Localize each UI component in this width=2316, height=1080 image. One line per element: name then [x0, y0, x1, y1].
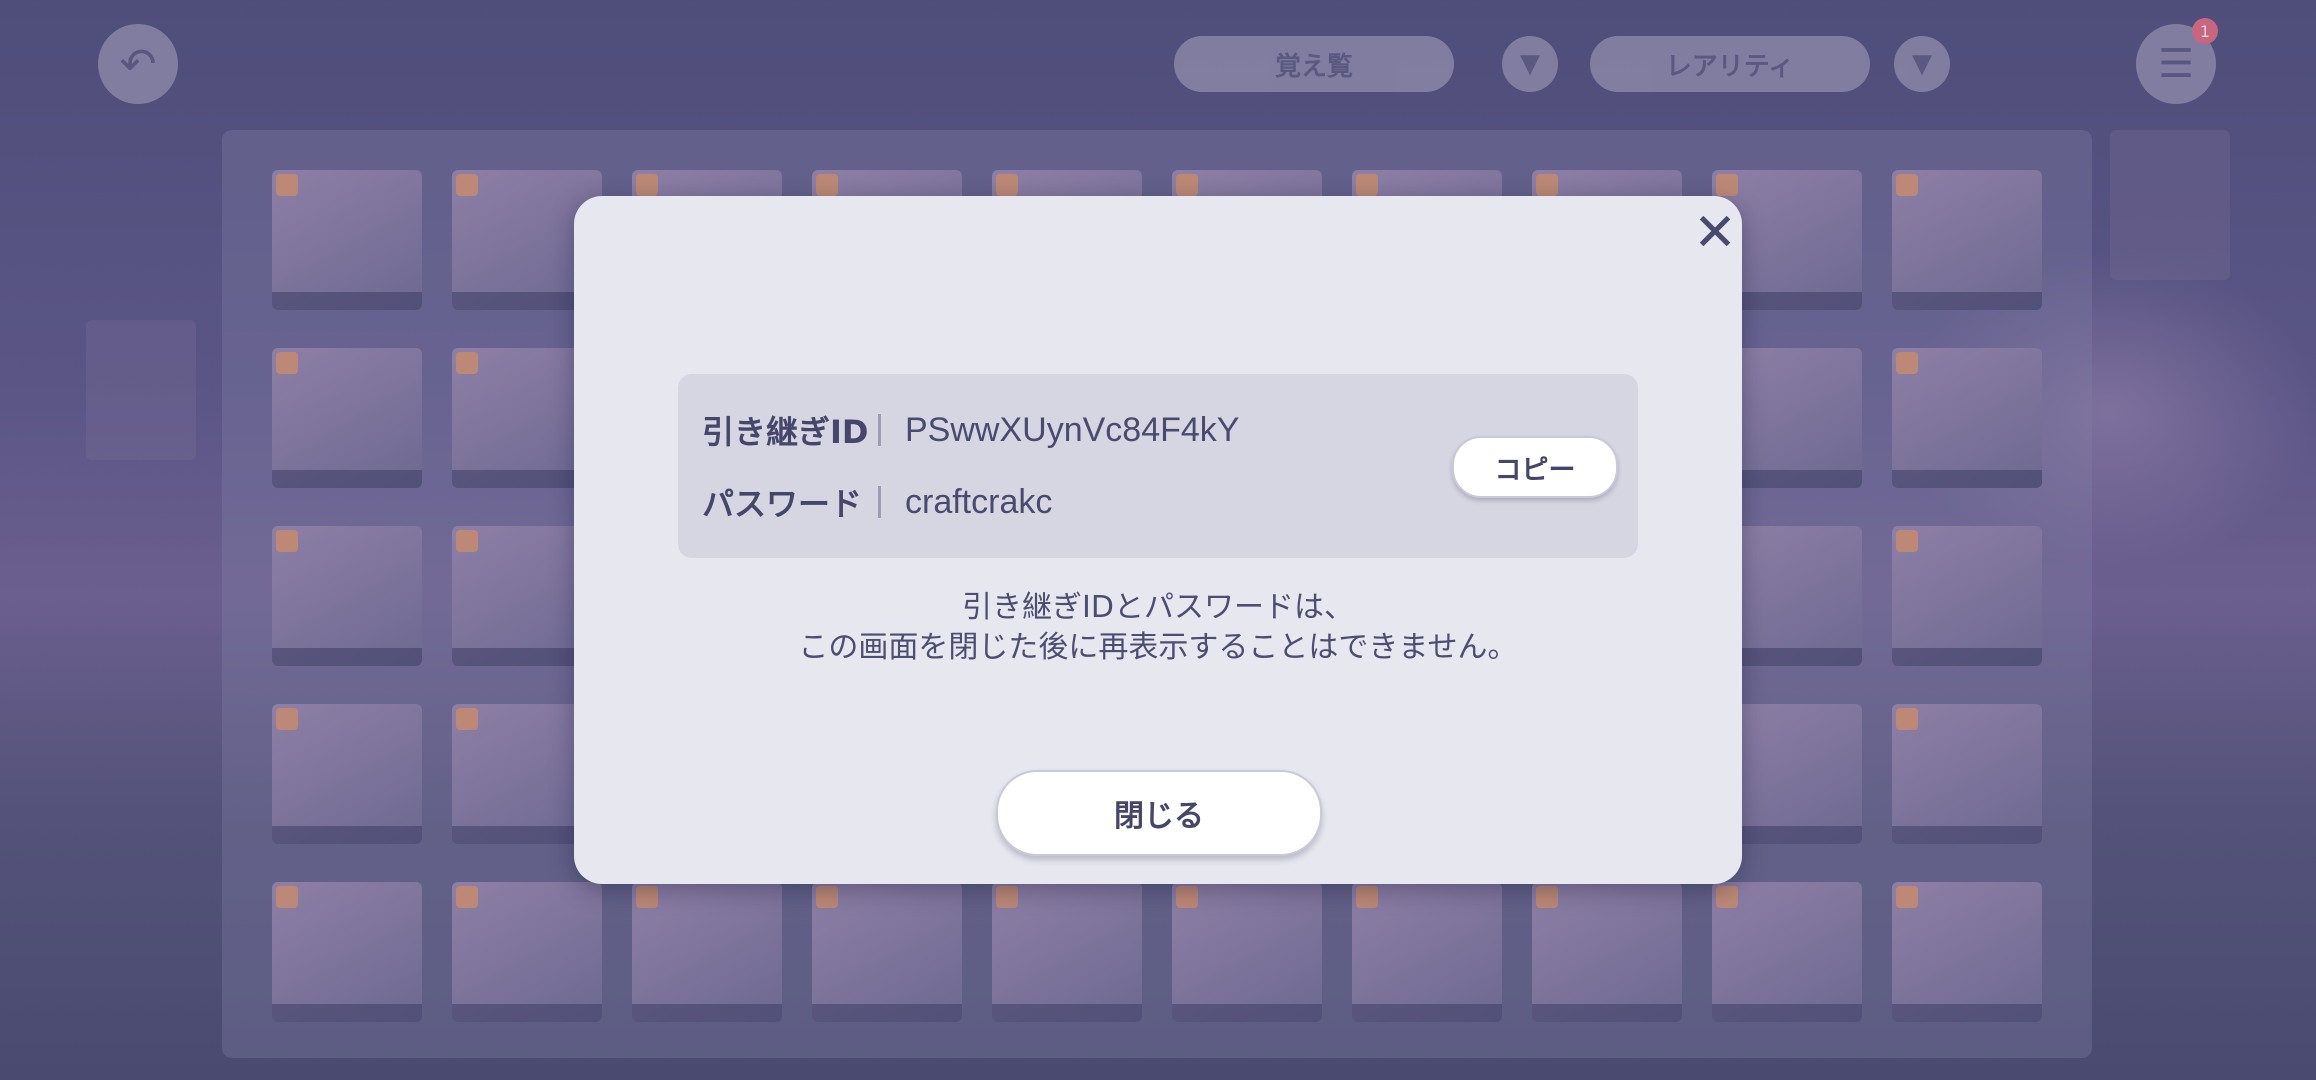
character-card	[272, 882, 422, 1022]
password-value: craftcrakc	[905, 482, 1053, 521]
attribute-icon	[1896, 352, 1918, 374]
attribute-icon	[456, 530, 478, 552]
attribute-icon	[276, 174, 298, 196]
attribute-icon	[1896, 174, 1918, 196]
attribute-icon	[1356, 174, 1378, 196]
character-card	[1892, 526, 2042, 666]
back-button[interactable]: ↶	[98, 24, 178, 104]
attribute-icon	[1716, 174, 1738, 196]
attribute-icon	[456, 174, 478, 196]
menu-notification-badge: 1	[2192, 18, 2218, 44]
character-card	[992, 882, 1142, 1022]
transfer-id-label: 引き継ぎID	[702, 413, 869, 451]
attribute-icon	[1536, 174, 1558, 196]
row-divider	[878, 486, 881, 518]
attribute-icon	[636, 886, 658, 908]
attribute-icon	[1716, 886, 1738, 908]
character-card	[452, 882, 602, 1022]
triangle-down-icon: ▼	[1912, 49, 1932, 79]
attribute-icon	[1896, 708, 1918, 730]
attribute-icon	[276, 886, 298, 908]
background-frame-right	[2110, 130, 2230, 280]
attribute-icon	[456, 352, 478, 374]
rarity-label: レアリティ	[1665, 51, 1795, 82]
transfer-id-value: PSwwXUynVc84F4kY	[905, 410, 1240, 449]
character-card	[1892, 704, 2042, 844]
hamburger-menu-icon: ☰	[2158, 41, 2194, 87]
attribute-icon	[1896, 530, 1918, 552]
attribute-icon	[456, 708, 478, 730]
character-card	[632, 882, 782, 1022]
password-row: パスワード craftcrakc	[702, 480, 1052, 524]
attribute-icon	[1536, 886, 1558, 908]
attribute-icon	[456, 886, 478, 908]
character-card	[272, 170, 422, 310]
character-card	[272, 704, 422, 844]
attribute-icon	[816, 886, 838, 908]
background-frame-left	[86, 320, 196, 460]
character-card	[1892, 348, 2042, 488]
order-toggle-button[interactable]: ▼	[1894, 36, 1950, 92]
transfer-id-row: 引き継ぎID PSwwXUynVc84F4kY	[702, 408, 1239, 452]
attribute-icon	[996, 174, 1018, 196]
character-card	[1892, 882, 2042, 1022]
attribute-icon	[276, 708, 298, 730]
password-label: パスワード	[702, 485, 863, 523]
character-card	[272, 526, 422, 666]
attribute-icon	[276, 530, 298, 552]
notice-line-2: この画面を閉じた後に再表示することはできません。	[798, 630, 1518, 665]
character-card	[1712, 882, 1862, 1022]
attribute-icon	[996, 886, 1018, 908]
attribute-icon	[1896, 886, 1918, 908]
attribute-icon	[1176, 174, 1198, 196]
character-card	[1892, 170, 2042, 310]
attribute-icon	[276, 352, 298, 374]
attribute-icon	[1356, 886, 1378, 908]
row-divider	[878, 414, 881, 446]
character-card	[1172, 882, 1322, 1022]
character-card	[1352, 882, 1502, 1022]
undo-arrow-icon: ↶	[119, 38, 157, 90]
funnel-icon: ▼	[1520, 49, 1540, 79]
copy-button[interactable]: コピー	[1452, 436, 1618, 498]
character-card	[1532, 882, 1682, 1022]
close-button[interactable]: 閉じる	[996, 770, 1322, 856]
sort-label: 覚え覧	[1274, 51, 1353, 82]
rarity-button[interactable]: レアリティ	[1590, 36, 1870, 92]
close-x-icon[interactable]: ✕	[1690, 207, 1740, 259]
notice-text: 引き継ぎIDとパスワードは、 この画面を閉じた後に再表示することはできません。	[700, 588, 1616, 668]
attribute-icon	[636, 174, 658, 196]
notice-line-1: 引き継ぎIDとパスワードは、	[962, 590, 1354, 625]
character-card	[272, 348, 422, 488]
character-card	[812, 882, 962, 1022]
attribute-icon	[816, 174, 838, 196]
attribute-icon	[1176, 886, 1198, 908]
filter-button[interactable]: ▼	[1502, 36, 1558, 92]
sort-button[interactable]: 覚え覧	[1174, 36, 1454, 92]
